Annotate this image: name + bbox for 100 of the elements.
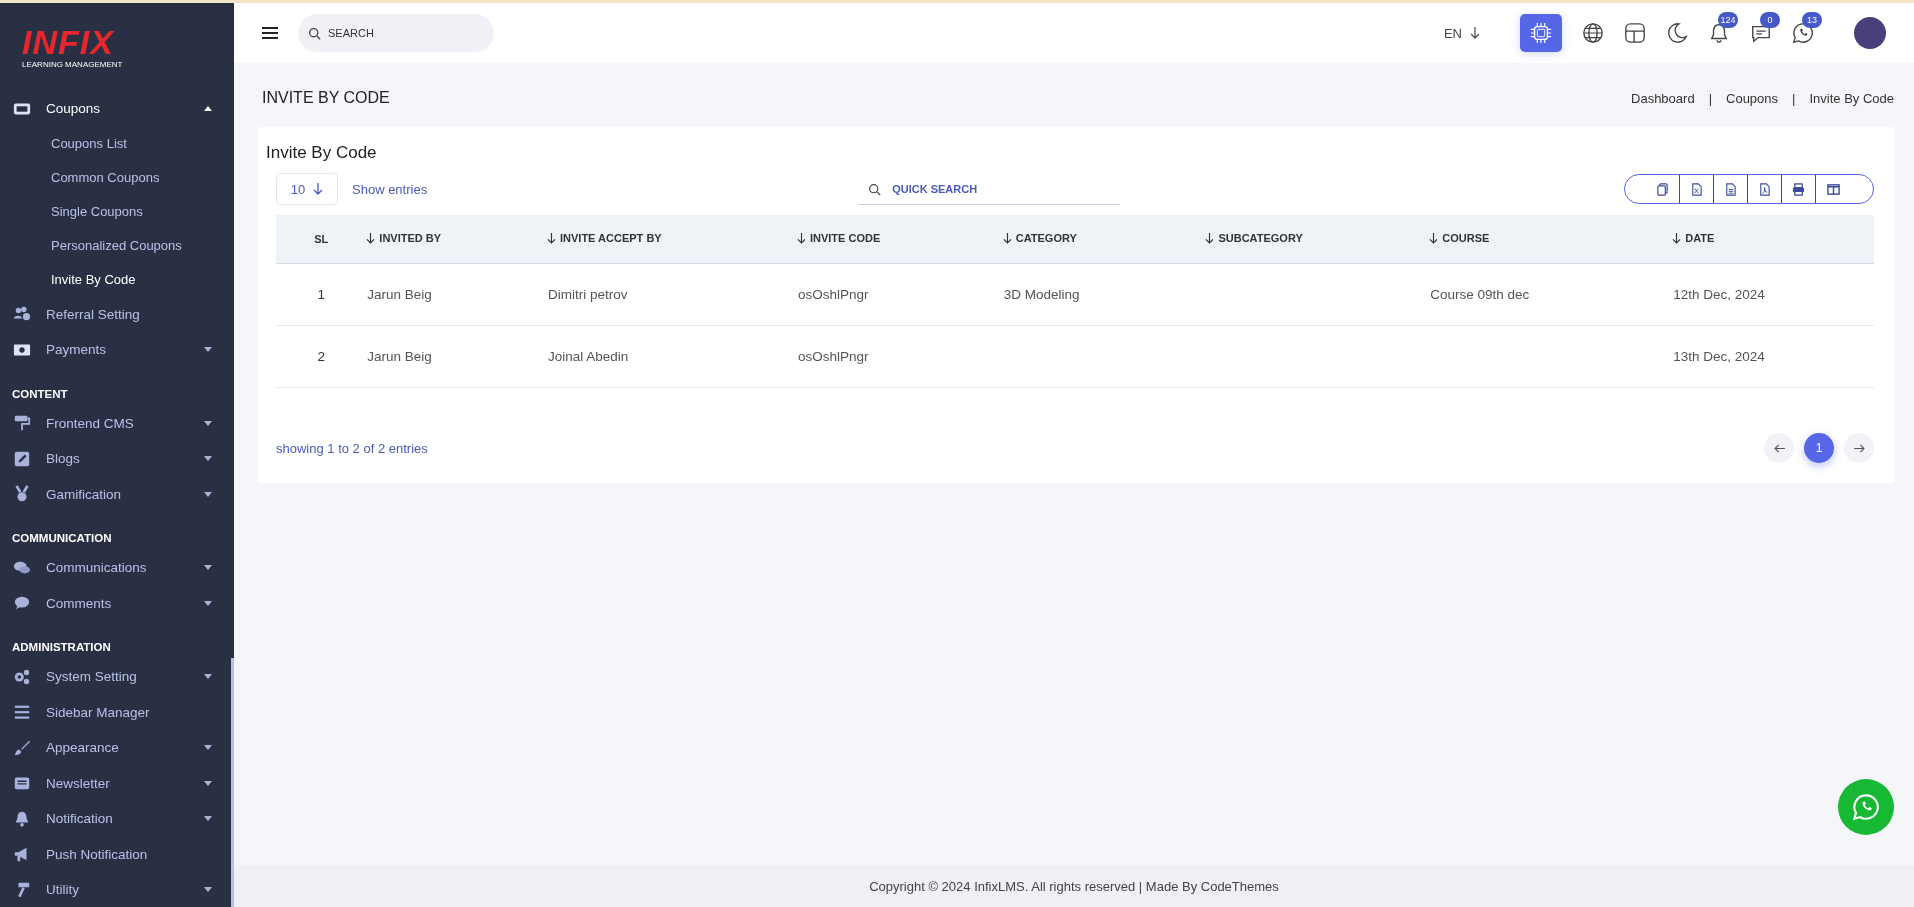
quick-search-field[interactable]: QUICK SEARCH: [858, 173, 1121, 205]
page-title: INVITE BY CODE: [262, 89, 390, 107]
caret-icon: [204, 106, 212, 112]
sidebar-item[interactable]: Payments: [12, 332, 234, 368]
submenu-item[interactable]: Coupons List: [12, 126, 234, 161]
paint-roller-icon: [12, 414, 32, 433]
moon-icon[interactable]: [1666, 22, 1688, 44]
caret-icon: [204, 600, 212, 606]
caret-icon: [204, 347, 212, 353]
search-field[interactable]: SEARCH: [298, 14, 494, 52]
avatar[interactable]: [1854, 17, 1886, 49]
sort-arrow-icon: [1205, 232, 1215, 244]
columns-icon: [1827, 182, 1840, 196]
sidebar-item[interactable]: Frontend CMS: [12, 405, 234, 441]
entries-summary: showing 1 to 2 of 2 entries: [276, 440, 428, 456]
csv-file-icon: [1724, 182, 1737, 196]
sidebar-item[interactable]: Gamification: [12, 476, 234, 512]
sort-arrow-icon: [796, 232, 806, 244]
language-selector[interactable]: EN: [1437, 24, 1486, 42]
sidebar-item[interactable]: Comments: [12, 585, 234, 621]
caret-icon: [204, 745, 212, 751]
sort-arrow-icon: [366, 232, 376, 244]
column-header[interactable]: INVITE ACCEPT BY: [547, 232, 662, 245]
count-badge: 13: [1802, 12, 1822, 28]
breadcrumb-link[interactable]: Coupons: [1726, 90, 1779, 106]
submenu-item[interactable]: Invite By Code: [12, 262, 234, 297]
sidebar-item[interactable]: Newsletter: [12, 765, 234, 801]
sidebar-item[interactable]: Coupons: [12, 91, 234, 127]
column-header[interactable]: SUBCATEGORY: [1205, 232, 1303, 245]
count-badge: 124: [1718, 12, 1738, 28]
caret-icon: [204, 456, 212, 462]
previous-page-button[interactable]: [1764, 433, 1794, 463]
table-cell: 13th Dec, 2024: [1673, 349, 1765, 364]
caret-icon: [204, 565, 212, 571]
arrow-left-icon: [1773, 443, 1785, 453]
list-icon: [12, 703, 32, 722]
ai-chip-button[interactable]: [1520, 14, 1562, 52]
sidebar-item[interactable]: System Setting: [12, 659, 234, 695]
logo-subtitle: LEARNING MANAGEMENT: [22, 60, 124, 69]
page-button[interactable]: 1: [1804, 433, 1834, 463]
globe-icon[interactable]: [1582, 22, 1604, 44]
sidebar-item[interactable]: Blogs: [12, 441, 234, 477]
table-cell: 1: [317, 287, 325, 302]
arrow-down-icon: [1470, 27, 1480, 39]
next-page-button[interactable]: [1844, 433, 1874, 463]
breadcrumb-link[interactable]: Dashboard: [1631, 90, 1695, 106]
breadcrumb-separator: |: [1708, 90, 1712, 106]
gears-icon: [12, 667, 32, 686]
submenu-item[interactable]: Common Coupons: [12, 160, 234, 195]
page-size-select[interactable]: 10: [276, 173, 338, 205]
pdf-file-icon: [1758, 182, 1771, 196]
caret-icon: [204, 491, 212, 497]
column-header[interactable]: SL: [314, 233, 329, 245]
logo-title: INFIX: [22, 27, 116, 57]
layout-icon[interactable]: [1624, 22, 1646, 44]
column-header[interactable]: CATEGORY: [1002, 232, 1077, 245]
sort-arrow-icon: [1672, 232, 1682, 244]
table-cell: osOshlPngr: [797, 349, 869, 364]
table-cell: osOshlPngr: [797, 287, 869, 302]
breadcrumb-separator: |: [1792, 90, 1796, 106]
table-cell: Jarun Beig: [367, 287, 432, 302]
whatsapp-chat-button[interactable]: [1838, 779, 1894, 835]
caret-icon: [204, 887, 212, 893]
pencil-square-icon: [12, 449, 32, 468]
copy-icon: [1655, 182, 1669, 196]
caret-icon: [204, 674, 212, 680]
caret-icon: [204, 420, 212, 426]
search-icon: [868, 183, 882, 196]
scrollbar[interactable]: [231, 658, 234, 907]
whatsapp-icon[interactable]: [1792, 22, 1814, 44]
section-heading: CONTENT: [12, 386, 69, 402]
column-header[interactable]: DATE: [1672, 232, 1715, 245]
count-badge: 0: [1760, 12, 1780, 28]
arrow-right-icon: [1853, 443, 1865, 453]
sidebar-item[interactable]: Appearance: [12, 730, 234, 766]
table-cell: Jarun Beig: [367, 349, 432, 364]
column-header[interactable]: INVITE CODE: [796, 232, 881, 245]
section-heading: COMMUNICATION: [12, 531, 113, 546]
table-cell: 3D Modeling: [1003, 287, 1080, 302]
table-cell: Dimitri petrov: [548, 287, 628, 302]
sidebar-item[interactable]: Utility: [12, 872, 234, 907]
submenu-item[interactable]: Single Coupons: [12, 194, 234, 229]
table-cell: Joinal Abedin: [548, 349, 629, 364]
bell-icon[interactable]: [1708, 22, 1730, 44]
sidebar-item[interactable]: Sidebar Manager: [12, 694, 234, 730]
printer-icon: [1792, 182, 1805, 196]
sidebar-item[interactable]: Referral Setting: [12, 296, 234, 332]
submenu-item[interactable]: Personalized Coupons: [12, 228, 234, 263]
sidebar-item[interactable]: Push Notification: [12, 836, 234, 872]
excel-file-icon: [1690, 182, 1703, 196]
column-header[interactable]: COURSE: [1429, 232, 1490, 245]
chip-icon: [1530, 22, 1552, 44]
table-cell: Course 09th dec: [1430, 287, 1530, 302]
sidebar-item[interactable]: Notification: [12, 801, 234, 837]
show-entries-label: Show entries: [352, 181, 428, 197]
copyright-text: Copyright © 2024 InfixLMS. All rights reserved | Made By CodeThemes: [869, 878, 1279, 894]
caret-icon: [204, 780, 212, 786]
menu-icon[interactable]: [262, 27, 278, 39]
sidebar-item[interactable]: Communications: [12, 550, 234, 586]
column-header[interactable]: INVITED BY: [366, 232, 442, 245]
